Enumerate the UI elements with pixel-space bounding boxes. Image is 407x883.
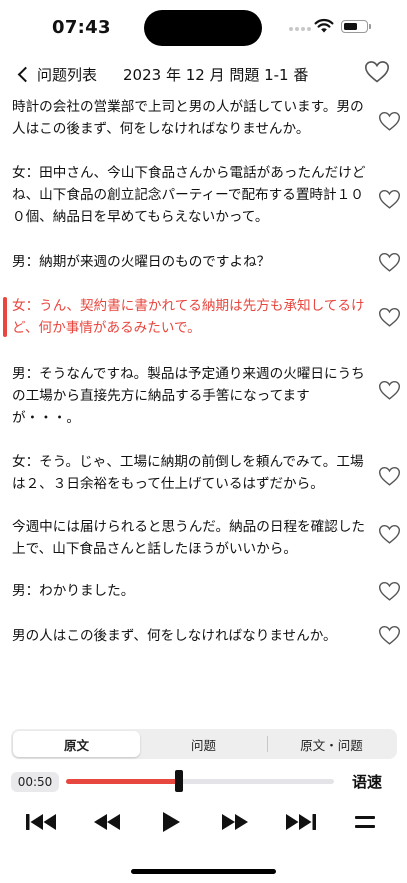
favorite-heart-icon[interactable]	[378, 252, 401, 273]
favorite-heart-icon[interactable]	[378, 380, 401, 401]
skip-to-start-button[interactable]	[24, 808, 60, 836]
tab-original-and-question[interactable]: 原文・问题	[268, 731, 395, 757]
favorite-heart-icon[interactable]	[378, 625, 401, 646]
status-bar: 07:43	[0, 0, 407, 56]
battery-icon	[341, 20, 371, 33]
transcript-sentence[interactable]: 時計の会社の営業部で上司と男の人が話しています。男の人はこの後まず、何をしなけれ…	[12, 96, 372, 140]
status-time: 07:43	[52, 17, 111, 38]
favorite-heart-icon[interactable]	[364, 60, 390, 84]
tab-original[interactable]: 原文	[13, 731, 140, 757]
progress-fill	[66, 779, 179, 784]
transcript-sentence[interactable]: 男：納期が来週の火曜日のものですよね？	[12, 251, 372, 273]
play-icon	[163, 812, 180, 832]
transcript-sentence[interactable]: 男の人はこの後まず、何をしなければなりませんか。	[12, 625, 372, 647]
back-label: 问题列表	[37, 65, 98, 84]
dynamic-island	[144, 10, 262, 46]
current-time-label: 00:50	[11, 772, 59, 792]
nav-bar: 问题列表 2023 年 12 月 問題 1-1 番	[0, 56, 407, 92]
transcript-sentence[interactable]: 今週中には届けられると思うんだ。納品の日程を確認した上で、山下食品さんと話したほ…	[12, 516, 372, 560]
favorite-heart-icon[interactable]	[378, 581, 401, 602]
speed-button[interactable]: 语速	[352, 771, 382, 792]
progress-track[interactable]	[66, 779, 334, 784]
transcript-sentence[interactable]: 女：田中さん、今山下食品さんから電話があったんだけどね、山下食品の創立記念パーテ…	[12, 162, 372, 228]
play-button[interactable]	[158, 808, 184, 836]
transcript-sentence[interactable]: 男：わかりました。	[12, 580, 372, 602]
favorite-heart-icon[interactable]	[378, 307, 401, 328]
skip-to-end-button[interactable]	[282, 808, 318, 836]
active-sentence-indicator	[3, 297, 7, 337]
cellular-signal-icon	[289, 27, 311, 31]
home-indicator	[131, 869, 276, 874]
rewind-icon	[94, 814, 120, 830]
back-chevron-icon	[17, 66, 34, 82]
page-title: 2023 年 12 月 問題 1-1 番	[123, 66, 309, 84]
wifi-icon	[314, 18, 334, 33]
transcript-sentence[interactable]: 女：うん、契約書に書かれてる納期は先方も承知してるけど、何か事情があるみたいで。	[12, 295, 372, 339]
view-mode-tabs: 原文 问题 原文・问题	[11, 729, 397, 759]
favorite-heart-icon[interactable]	[378, 111, 401, 132]
skip-to-start-icon	[26, 814, 56, 830]
menu-icon[interactable]	[355, 815, 375, 829]
rewind-button[interactable]	[90, 808, 124, 836]
back-button[interactable]: 问题列表	[16, 61, 97, 87]
favorite-heart-icon[interactable]	[378, 189, 401, 210]
fast-forward-button[interactable]	[218, 808, 252, 836]
favorite-heart-icon[interactable]	[378, 524, 401, 545]
favorite-heart-icon[interactable]	[378, 466, 401, 487]
fast-forward-icon	[222, 814, 248, 830]
transcript-sentence[interactable]: 男：そうなんですね。製品は予定通り来週の火曜日にうちの工場から直接先方に納品する…	[12, 363, 372, 429]
transcript-sentence[interactable]: 女：そう。じゃ、工場に納期の前倒しを頼んでみて。工場は２、３日余裕をもって仕上げ…	[12, 451, 372, 495]
skip-to-end-icon	[286, 814, 316, 830]
progress-thumb[interactable]	[175, 770, 183, 792]
tab-question[interactable]: 问题	[140, 731, 267, 757]
